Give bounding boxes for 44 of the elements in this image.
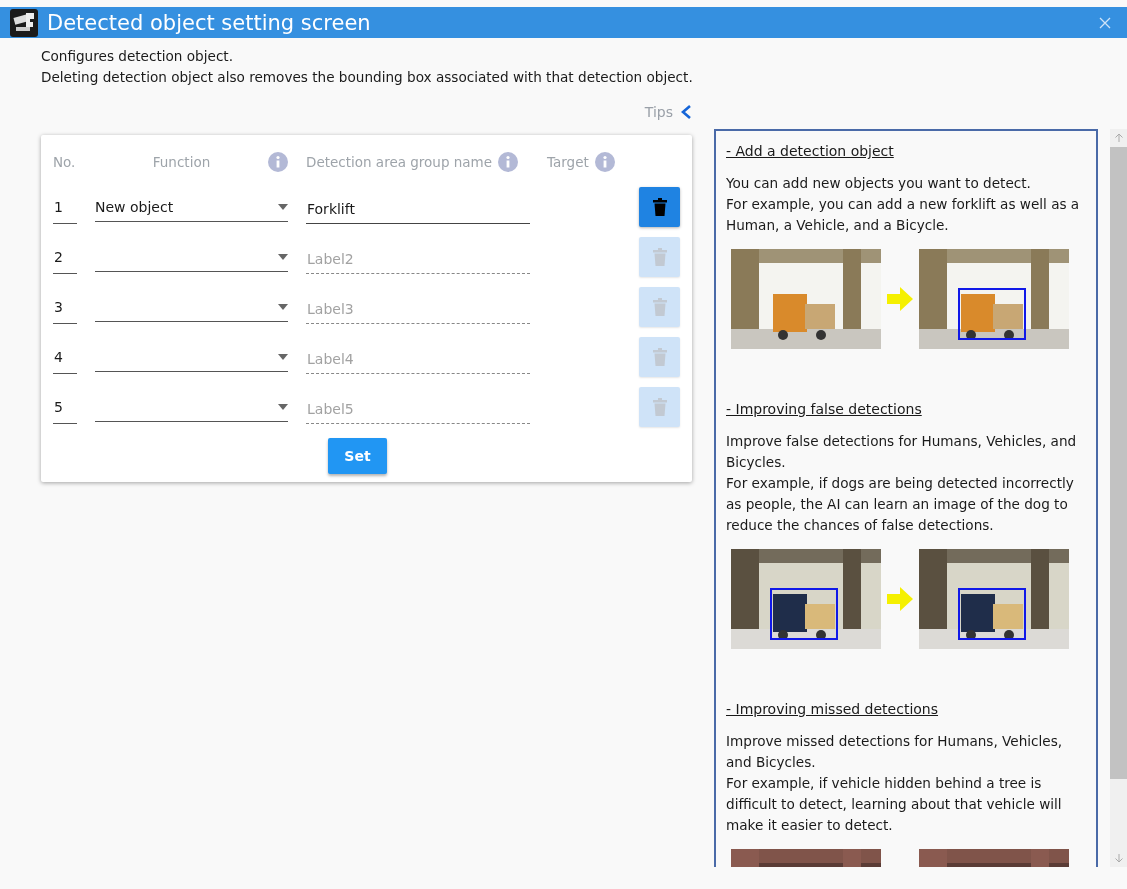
column-header: Target — [547, 154, 589, 170]
name-field[interactable]: Forklift — [306, 199, 530, 224]
number-field: 1 — [53, 199, 77, 224]
info-icon[interactable] — [594, 152, 615, 172]
tip-text: For example, if dogs are being detected incorrectly as people, the AI can learn an image of the dog to reduce the chances of false detections. — [726, 474, 1075, 535]
number-field: 4 — [53, 349, 77, 374]
trash-icon[interactable] — [652, 198, 667, 216]
column-header: Detection area group name — [306, 154, 493, 170]
delete-button[interactable] — [639, 187, 680, 227]
description-text: Deleting detection object also removes the bounding box associated with that detection object. — [41, 68, 694, 87]
name-field[interactable]: Label2 — [306, 249, 530, 274]
caret-icon[interactable] — [278, 354, 288, 360]
section-heading: - Improving missed detections — [726, 700, 940, 719]
number-field: 5 — [53, 399, 77, 424]
info-icon[interactable] — [268, 152, 288, 172]
tip-text: Improve false detections for Humans, Vehicles, and Bicycles. — [726, 432, 1078, 472]
info-icon[interactable] — [498, 152, 519, 172]
arrow-icon — [887, 587, 913, 611]
arrow-icon — [887, 287, 913, 311]
section-heading: - Improving false detections — [726, 400, 923, 419]
function-dropdown[interactable]: New object — [95, 199, 288, 222]
caret-icon[interactable] — [278, 204, 288, 210]
scroll-up-icon[interactable] — [1113, 133, 1124, 143]
scroll-down-icon[interactable] — [1113, 853, 1124, 863]
close-icon[interactable] — [1099, 16, 1111, 29]
caret-icon[interactable] — [278, 254, 288, 260]
caret-icon[interactable] — [278, 404, 288, 410]
window-title: Detected object setting screen — [47, 10, 372, 35]
number-field: 3 — [53, 299, 77, 324]
column-header: No. — [53, 154, 76, 170]
tip-text: For example, you can add a new forklift as well as a Human, a Vehicle, and a Bicycle. — [726, 195, 1081, 235]
tip-text: Improve missed detections for Humans, Vehicles, and Bicycles. — [726, 732, 1064, 772]
name-field[interactable]: Label3 — [306, 299, 530, 324]
app-icon — [10, 8, 38, 37]
tip-text: You can add new objects you want to detect. — [726, 174, 1032, 193]
chevron-left-icon[interactable] — [680, 104, 692, 120]
tip-text: For example, if vehicle hidden behind a tree is difficult to detect, learning about that vehicle will make it easier to detect. — [726, 774, 1063, 835]
description-text: Configures detection object. — [41, 47, 235, 66]
caret-icon[interactable] — [278, 304, 288, 310]
section-heading: - Add a detection object — [726, 142, 895, 161]
name-field[interactable]: Label4 — [306, 349, 530, 374]
number-field: 2 — [53, 249, 77, 274]
name-field[interactable]: Label5 — [306, 399, 530, 424]
column-header: Function — [151, 154, 212, 170]
